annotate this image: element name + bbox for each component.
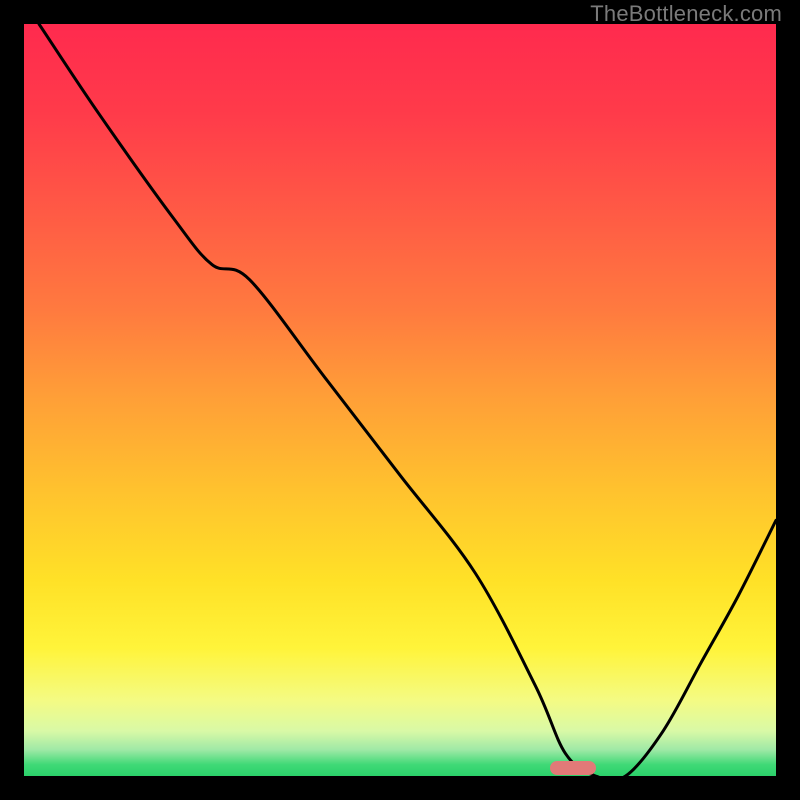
bottleneck-curve	[39, 24, 776, 776]
optimal-marker	[550, 761, 596, 775]
curve-layer	[24, 24, 776, 776]
chart-frame: TheBottleneck.com	[0, 0, 800, 800]
plot-area	[24, 24, 776, 776]
